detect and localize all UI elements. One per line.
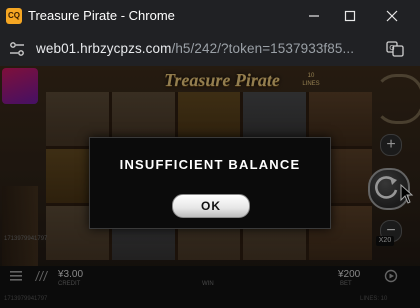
- url-text[interactable]: web01.hrbzycpzs.com/h5/242/?token=153793…: [36, 41, 354, 56]
- site-info-icon[interactable]: [8, 41, 26, 57]
- window-title: Treasure Pirate - Chrome: [28, 8, 175, 23]
- url-path: /h5/242/?token=1537933f85...: [171, 41, 355, 56]
- close-icon: [386, 10, 398, 22]
- app-icon-text: CQ: [8, 11, 20, 20]
- maximize-button[interactable]: [330, 0, 370, 32]
- svg-text:G: G: [389, 44, 394, 52]
- url-host: web01.hrbzycpzs.com: [36, 41, 172, 56]
- address-bar[interactable]: web01.hrbzycpzs.com/h5/242/?token=153793…: [0, 32, 420, 66]
- translate-icon[interactable]: G: [386, 41, 404, 57]
- insufficient-balance-dialog: INSUFFICIENT BALANCE OK: [89, 137, 331, 229]
- dialog-title: INSUFFICIENT BALANCE: [119, 157, 301, 172]
- close-button[interactable]: [372, 0, 412, 32]
- app-icon: CQ: [6, 8, 22, 24]
- minimize-button[interactable]: [294, 0, 334, 32]
- window-titlebar: CQ Treasure Pirate - Chrome: [0, 0, 420, 32]
- ok-button[interactable]: OK: [172, 194, 250, 218]
- minimize-icon: [309, 15, 319, 17]
- maximize-icon: [344, 10, 356, 22]
